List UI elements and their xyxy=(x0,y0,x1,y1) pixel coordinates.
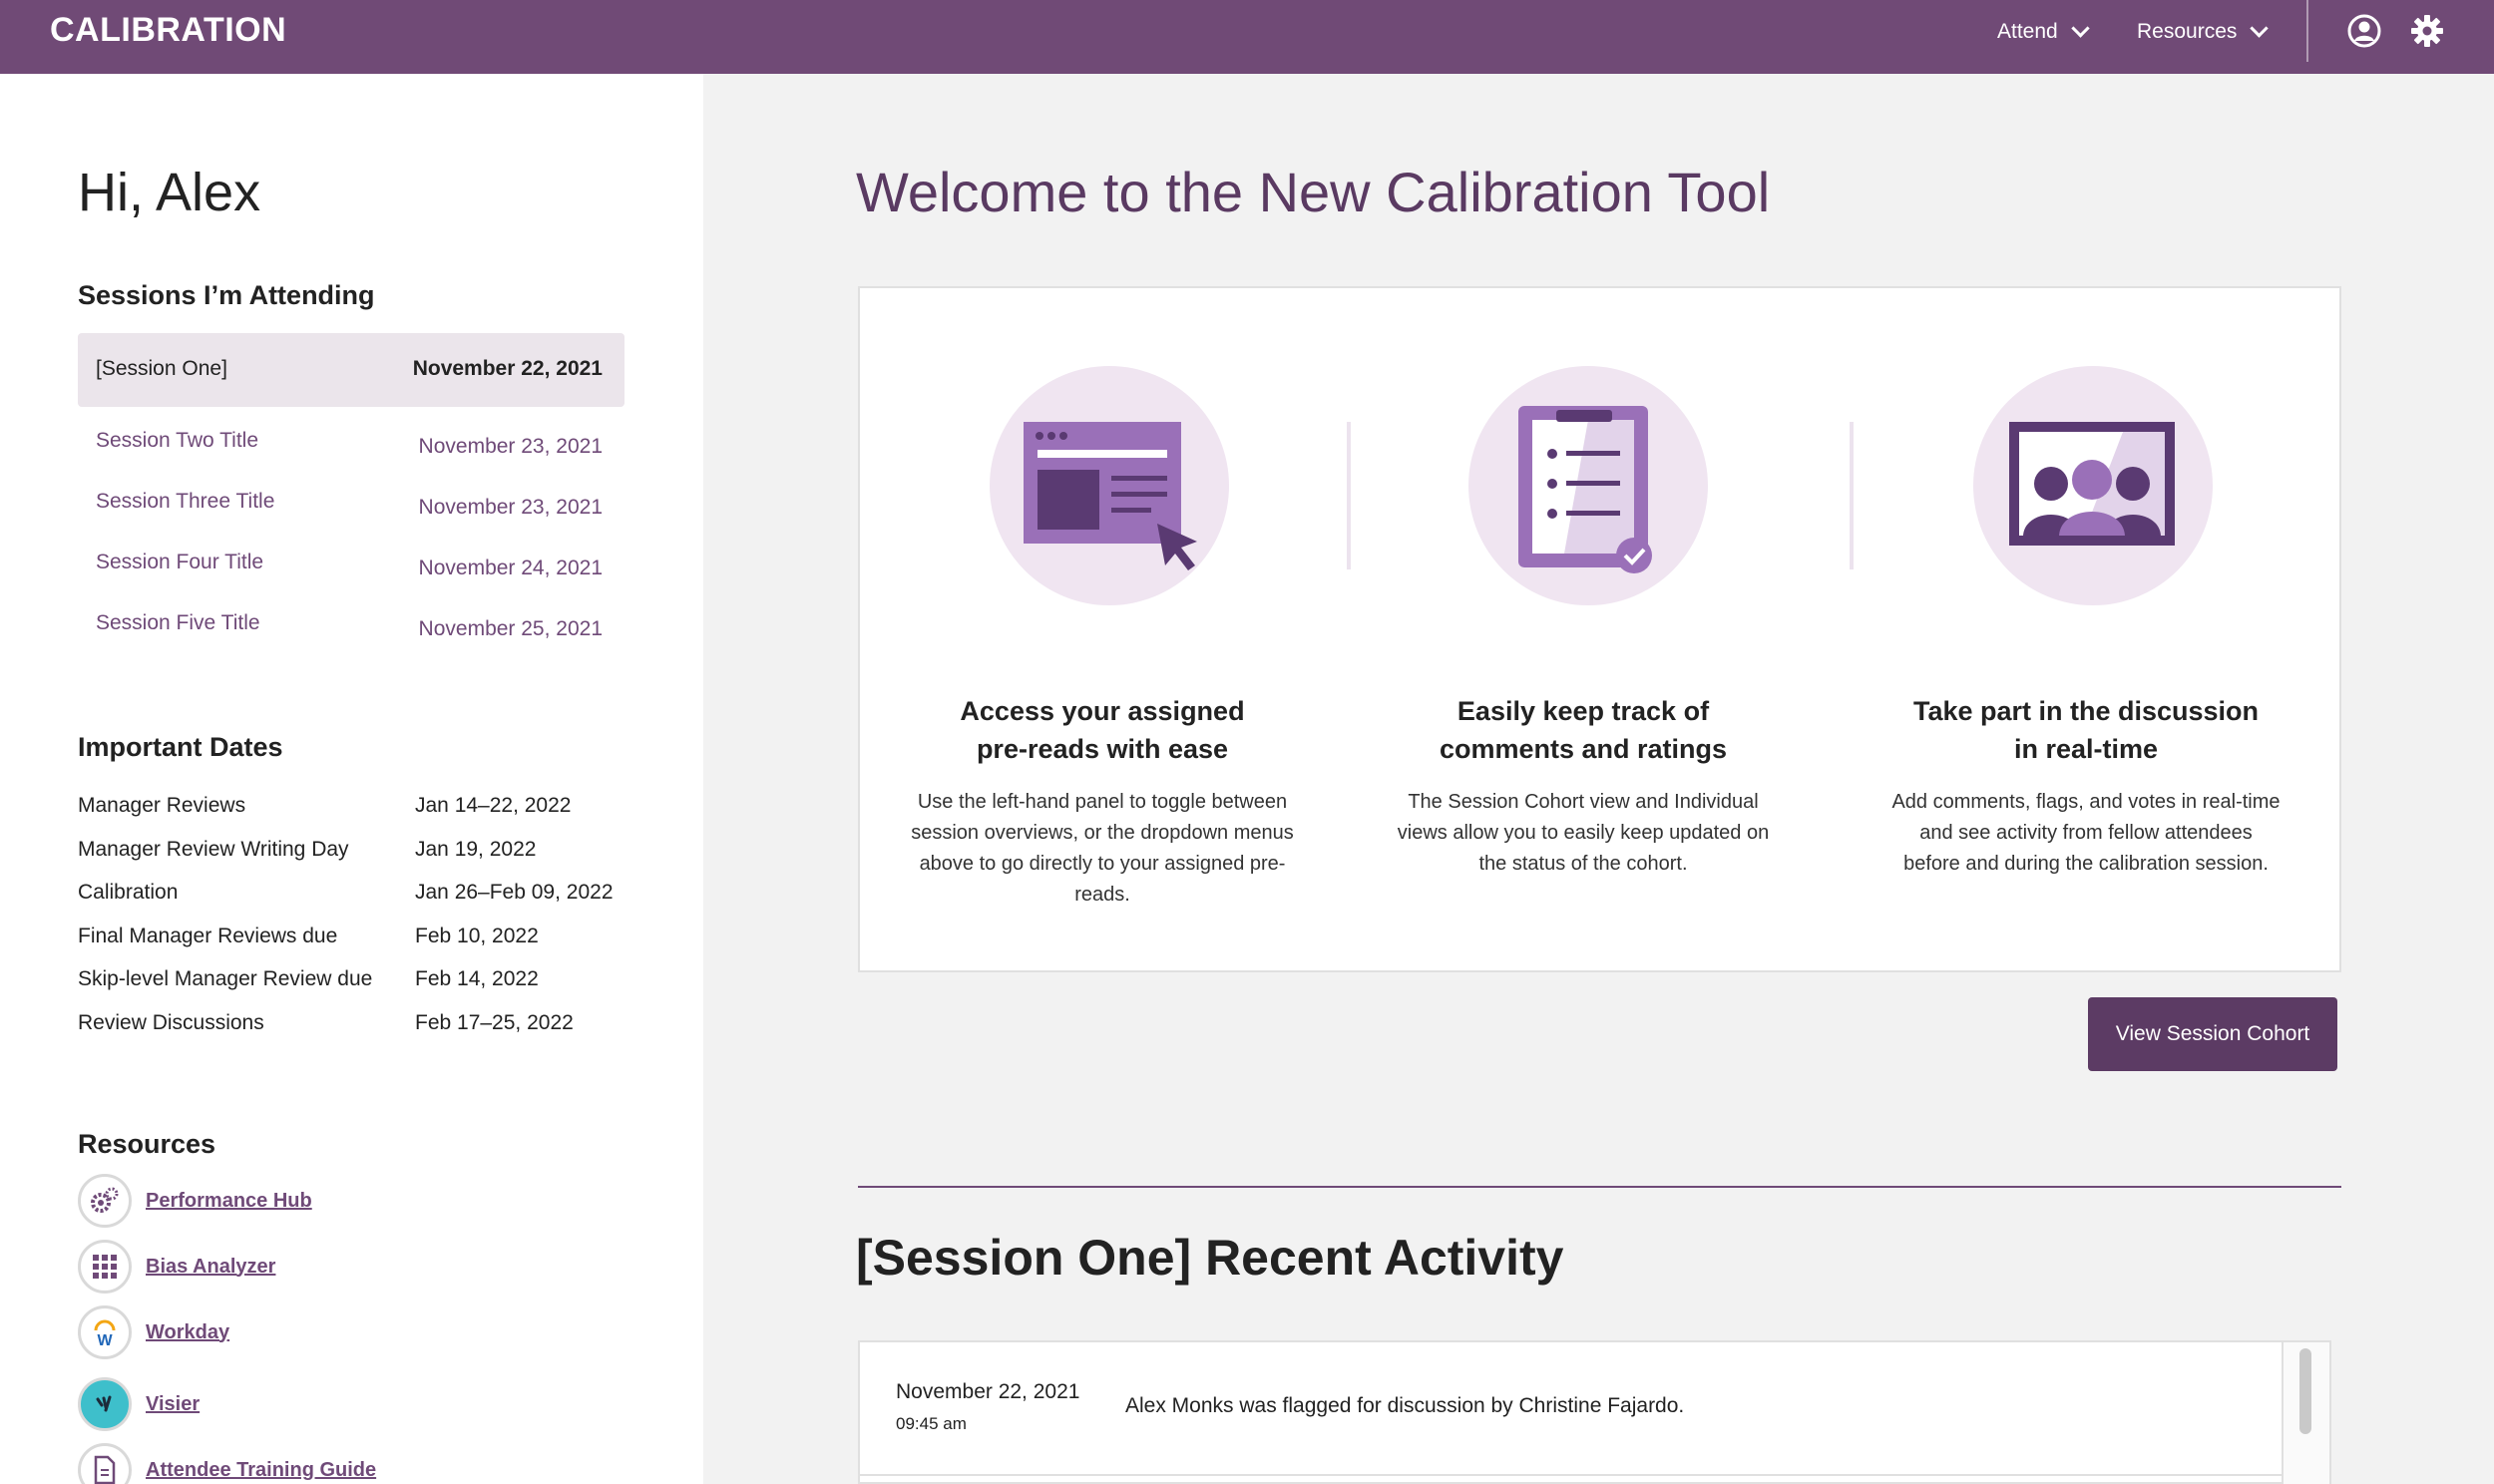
activity-scrollbar[interactable] xyxy=(2282,1342,2329,1484)
session-title: Session Five Title xyxy=(96,611,260,634)
resource-link[interactable]: Workday xyxy=(146,1321,229,1344)
session-item-active[interactable]: [Session One] November 22, 2021 xyxy=(78,333,624,407)
date-label: Calibration xyxy=(78,881,179,904)
nav-resources-menu[interactable]: Resources xyxy=(2137,19,2270,44)
feature-card: Access your assigned pre-reads with ease… xyxy=(858,286,2341,972)
feature-tracking: Easily keep track of comments and rating… xyxy=(1349,288,1818,966)
activity-date: November 22, 2021 xyxy=(896,1380,1080,1403)
nav-resources-label: Resources xyxy=(2137,20,2238,43)
session-date: November 23, 2021 xyxy=(418,435,603,458)
session-item[interactable]: Session Four Title November 24, 2021 xyxy=(78,545,624,584)
feature-title-line: Take part in the discussion xyxy=(1912,696,2260,726)
session-title: Session Three Title xyxy=(96,490,275,513)
app-logo[interactable]: CALIBRATION xyxy=(50,11,286,50)
session-title: Session Four Title xyxy=(96,551,264,573)
session-date: November 25, 2021 xyxy=(418,617,603,640)
gear-icon[interactable] xyxy=(2410,14,2444,48)
activity-row[interactable]: November 22, 2021 09:45 am Alex Monks wa… xyxy=(860,1342,2283,1476)
visier-icon xyxy=(78,1377,132,1431)
grid-icon xyxy=(78,1240,132,1294)
date-value: Jan 19, 2022 xyxy=(415,838,537,861)
clipboard-checklist-icon xyxy=(1518,406,1652,573)
chevron-down-icon xyxy=(2250,19,2270,38)
resources-heading: Resources xyxy=(78,1129,216,1159)
svg-text:W: W xyxy=(97,1332,113,1348)
feature-description: Use the left-hand panel to toggle betwee… xyxy=(911,791,1294,906)
date-row: Calibration Jan 26–Feb 09, 2022 xyxy=(78,881,636,911)
resource-performance-hub[interactable]: Performance Hub xyxy=(78,1173,312,1229)
activity-time: 09:45 am xyxy=(896,1414,967,1433)
date-label: Skip-level Manager Review due xyxy=(78,967,373,990)
chevron-down-icon xyxy=(2071,19,2090,38)
resource-link[interactable]: Visier xyxy=(146,1393,200,1416)
sessions-heading: Sessions I’m Attending xyxy=(78,280,375,310)
feature-title: Take part in the discussion in real-time xyxy=(1852,692,2320,768)
session-item[interactable]: Session Three Title November 23, 2021 xyxy=(78,484,624,524)
date-row: Skip-level Manager Review due Feb 14, 20… xyxy=(78,967,636,997)
date-value: Feb 14, 2022 xyxy=(415,967,539,990)
view-session-cohort-button[interactable]: View Session Cohort xyxy=(2088,997,2337,1071)
date-row: Final Manager Reviews due Feb 10, 2022 xyxy=(78,925,636,954)
user-account-icon[interactable] xyxy=(2347,14,2381,48)
resource-visier[interactable]: Visier xyxy=(78,1376,200,1432)
section-divider xyxy=(858,1186,2341,1188)
feature-title: Access your assigned pre-reads with ease xyxy=(868,692,1337,768)
session-item[interactable]: Session Five Title November 25, 2021 xyxy=(78,605,624,645)
feature-title-line: Access your assigned xyxy=(960,696,1245,726)
feature-title-line: in real-time xyxy=(2013,734,2159,764)
resource-link[interactable]: Attendee Training Guide xyxy=(146,1459,376,1482)
feature-icon-background xyxy=(990,366,1229,605)
nav-attend-menu[interactable]: Attend xyxy=(1997,19,2090,44)
session-item[interactable]: Session Two Title November 23, 2021 xyxy=(78,423,624,463)
date-value: Jan 14–22, 2022 xyxy=(415,794,572,817)
feature-description: The Session Cohort view and Individual v… xyxy=(1397,791,1770,875)
feature-icon-background xyxy=(1468,366,1708,605)
session-date: November 22, 2021 xyxy=(412,357,603,380)
recent-activity-heading: [Session One] Recent Activity xyxy=(856,1230,1564,1286)
gears-icon xyxy=(78,1174,132,1228)
page-title: Welcome to the New Calibration Tool xyxy=(856,161,1771,223)
browser-cursor-icon xyxy=(1024,422,1197,570)
top-bar: CALIBRATION Attend Resources xyxy=(0,0,2494,74)
date-value: Feb 17–25, 2022 xyxy=(415,1011,574,1034)
date-label: Final Manager Reviews due xyxy=(78,925,338,947)
date-label: Manager Reviews xyxy=(78,794,246,817)
feature-title-line: Easily keep track of xyxy=(1456,696,1710,726)
feature-description: Add comments, flags, and votes in real-t… xyxy=(1891,791,2281,875)
video-meeting-icon xyxy=(2009,422,2175,546)
resource-bias-analyzer[interactable]: Bias Analyzer xyxy=(78,1239,275,1295)
activity-list: November 22, 2021 09:45 am Alex Monks wa… xyxy=(858,1340,2331,1484)
session-title: [Session One] xyxy=(96,357,227,380)
date-value: Feb 10, 2022 xyxy=(415,925,539,947)
feature-icon-background xyxy=(1973,366,2213,605)
sidebar: Hi, Alex Sessions I’m Attending [Session… xyxy=(0,74,703,1484)
feature-title-line: comments and ratings xyxy=(1439,734,1728,764)
nav-divider xyxy=(2306,0,2308,62)
feature-pre-reads: Access your assigned pre-reads with ease… xyxy=(868,288,1337,966)
date-row: Manager Reviews Jan 14–22, 2022 xyxy=(78,794,636,824)
session-title: Session Two Title xyxy=(96,429,259,452)
resource-attendee-training-guide[interactable]: Attendee Training Guide xyxy=(78,1442,376,1484)
nav-attend-label: Attend xyxy=(1997,20,2058,43)
date-value: Jan 26–Feb 09, 2022 xyxy=(415,881,614,904)
date-row: Manager Review Writing Day Jan 19, 2022 xyxy=(78,838,636,868)
resource-workday[interactable]: W Workday xyxy=(78,1304,229,1360)
resource-link[interactable]: Bias Analyzer xyxy=(146,1256,275,1279)
scrollbar-thumb[interactable] xyxy=(2299,1348,2311,1434)
date-label: Manager Review Writing Day xyxy=(78,838,349,861)
resource-link[interactable]: Performance Hub xyxy=(146,1190,312,1213)
greeting: Hi, Alex xyxy=(78,163,261,222)
feature-title: Easily keep track of comments and rating… xyxy=(1349,692,1818,768)
workday-icon: W xyxy=(78,1305,132,1359)
feature-discussion: Take part in the discussion in real-time… xyxy=(1852,288,2320,966)
session-date: November 24, 2021 xyxy=(418,556,603,579)
document-icon xyxy=(78,1443,132,1484)
feature-title-line: pre-reads with ease xyxy=(976,734,1229,764)
important-dates-heading: Important Dates xyxy=(78,732,283,762)
date-label: Review Discussions xyxy=(78,1011,264,1034)
date-row: Review Discussions Feb 17–25, 2022 xyxy=(78,1011,636,1041)
session-date: November 23, 2021 xyxy=(418,496,603,519)
activity-text: Alex Monks was flagged for discussion by… xyxy=(1125,1394,1685,1417)
